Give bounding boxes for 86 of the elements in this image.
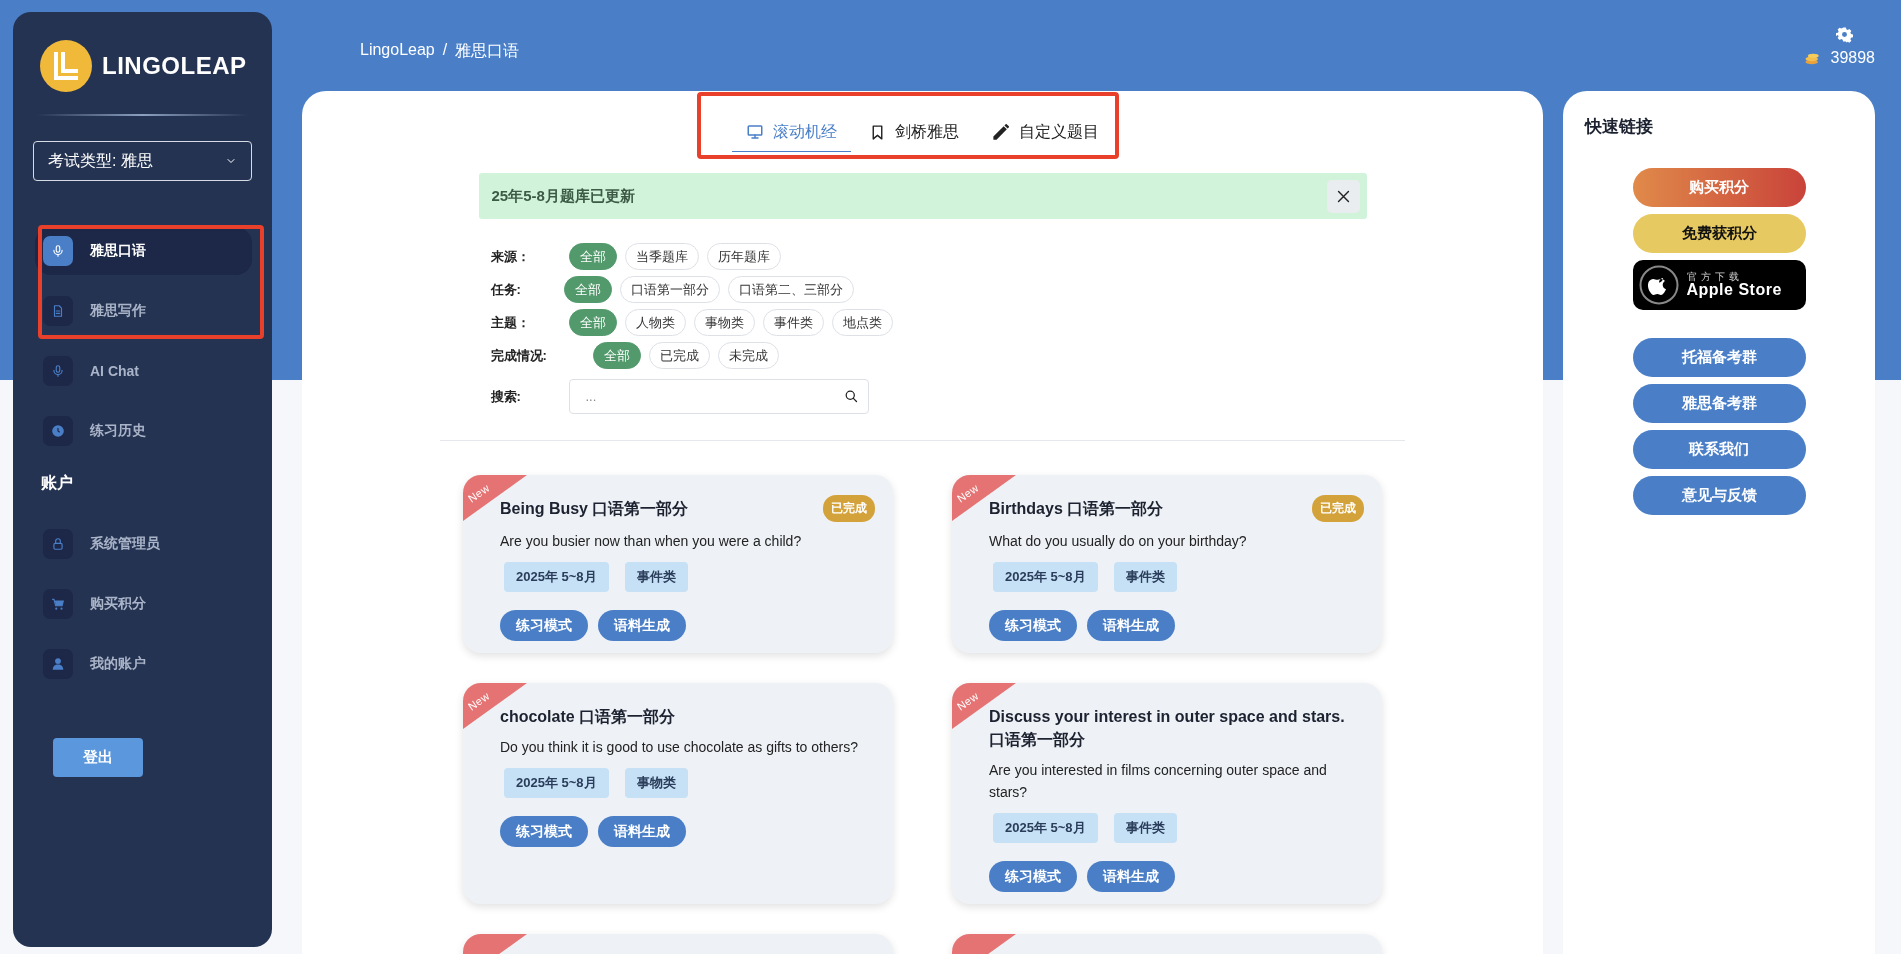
filter-chip[interactable]: 全部 [592,342,641,369]
tag: 2025年 5~8月 [993,562,1098,592]
link-button[interactable]: 雅思备考群 [1632,384,1806,423]
question-card[interactable]: New chocolate 口语第一部分 Do you think it is good to use chocolate as gifts to others? 2025年 5~8月 事物类 练习模式 语料生成 [463,683,893,904]
question-text: Are you busier now than when you were a child? [500,532,803,551]
filter-chip[interactable]: 事物类 [693,309,755,336]
action-button[interactable]: 语料生成 [598,610,686,641]
filter-chip[interactable]: 口语第一部分 [619,276,720,303]
exam-type-select[interactable]: 考试类型: 雅思 [33,141,252,181]
question-text: What do you usually do on your birthday? [989,532,1248,551]
link-button[interactable]: 联系我们 [1632,430,1806,469]
microphone-icon [51,364,65,378]
status-badge: 已完成 [1312,495,1364,522]
filter-chip[interactable]: 口语第二、三部分 [727,276,854,303]
tag: 2025年 5~8月 [504,768,609,798]
tag: 2025年 5~8月 [993,813,1098,843]
nav-item[interactable]: 雅思写作 [35,287,252,335]
nav-item[interactable]: AI Chat [35,347,252,395]
filter-label: 主题： [490,313,531,332]
tab[interactable]: 自定义题目 [977,113,1113,152]
nav-item[interactable]: 练习历史 [35,407,252,455]
filter-chip[interactable]: 事件类 [762,309,824,336]
panel-title: 快速链接 [1585,116,1653,138]
logo-text: LINGOLEAP [102,52,247,80]
action-button[interactable]: 练习模式 [500,610,588,641]
pencil-icon [991,122,1010,142]
filter-label: 完成情况: [490,346,548,365]
search-icon [843,389,859,404]
buy-points-button[interactable]: 购买积分 [1632,168,1806,207]
question-card[interactable]: New Birthdays 口语第一部分 已完成 What do you usually do on your birthday? 2025年 5~8月 事件类 练习模式 语料生成 [952,475,1382,653]
clock-icon [51,424,65,438]
tab[interactable]: 滚动机经 [732,113,851,152]
tag: 2025年 5~8月 [504,562,609,592]
filter-chip[interactable]: 全部 [563,276,612,303]
document-icon [51,304,65,318]
action-button[interactable]: 练习模式 [500,816,588,847]
action-button[interactable]: 练习模式 [989,861,1077,892]
monitor-icon [746,123,764,141]
filter-chip[interactable]: 已完成 [648,342,710,369]
app-store-button[interactable]: 官方下载 Apple Store [1632,260,1806,310]
tag: 事件类 [624,562,688,592]
filter-chip[interactable]: 当季题库 [624,243,699,270]
filter-chip[interactable]: 人物类 [624,309,686,336]
apple-icon [1638,265,1679,305]
search-label: 搜索: [490,387,522,406]
action-button[interactable]: 语料生成 [598,816,686,847]
filter-label: 任务: [490,280,522,299]
logo-icon [40,40,92,92]
tag: 事件类 [1113,562,1177,592]
section-heading: 账户 [41,473,74,493]
question-text: Do you think it is good to use chocolate as gifts to others? [500,738,859,757]
question-card[interactable]: New Discuss your interest in outer space and stars. 口语第一部分 Are you interested in films concerning outer space and stars? 2025年 5~8月 事件类 练习模式 语料生成 [952,683,1382,904]
close-button[interactable] [1326,179,1360,213]
breadcrumb-separator: / [442,41,448,60]
filter-chip[interactable]: 历年题库 [706,243,781,270]
filter-chip[interactable]: 未完成 [717,342,779,369]
nav-item[interactable]: 我的账户 [35,640,252,688]
filter-chip[interactable]: 全部 [568,309,617,336]
breadcrumb-link[interactable]: LingoLeap [360,41,435,91]
tab[interactable]: 剑桥雅思 [855,113,973,152]
action-button[interactable]: 练习模式 [989,610,1077,641]
cart-icon [51,597,65,611]
nav-item[interactable]: 雅思口语 [35,227,252,275]
user-icon [51,657,65,671]
tag: 事件类 [1113,813,1177,843]
settings-icon[interactable] [1836,26,1853,43]
filter-label: 来源： [490,247,531,266]
link-button[interactable]: 意见与反馈 [1632,476,1806,515]
nav-item[interactable]: 系统管理员 [35,520,252,568]
lock-icon [51,537,65,551]
question-card[interactable]: New Being Busy 口语第一部分 已完成 Are you busier now than when you were a child? 2025年 5~8月 事件类 练习模式 语料生成 [463,475,893,653]
filter-chip[interactable]: 地点类 [831,309,893,336]
status-badge: 已完成 [823,495,875,522]
nav-item[interactable]: 购买积分 [35,580,252,628]
microphone-icon [51,244,65,258]
points-balance: 39898 [1830,49,1875,67]
link-button[interactable]: 托福备考群 [1632,338,1806,377]
alert-text: 25年5-8月题库已更新 [491,186,635,206]
free-points-button[interactable]: 免费获积分 [1632,214,1806,253]
action-button[interactable]: 语料生成 [1087,861,1175,892]
question-text: Are you interested in films concerning outer space and stars? [989,761,1328,802]
search-field[interactable]: ... [568,379,869,414]
logout-button[interactable]: 登出 [53,738,143,777]
action-button[interactable]: 语料生成 [1087,610,1175,641]
tag: 事物类 [624,768,688,798]
filter-chip[interactable]: 全部 [568,243,617,270]
